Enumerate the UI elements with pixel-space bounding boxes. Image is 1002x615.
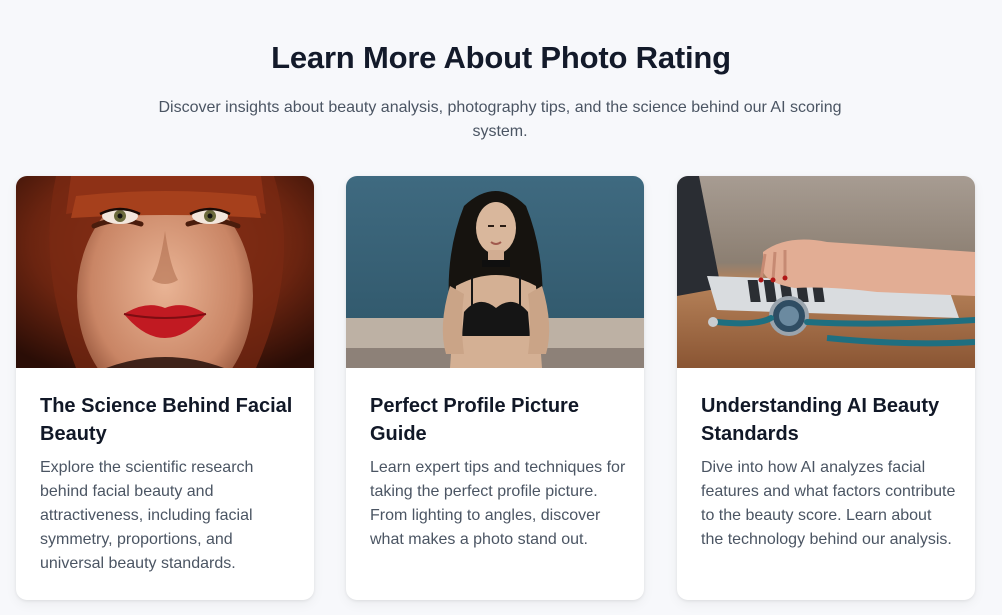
article-card-image (677, 176, 975, 368)
article-card-image (16, 176, 314, 368)
article-card-description: Dive into how AI analyzes facial feature… (701, 459, 956, 548)
section-subtitle: Discover insights about beauty analysis,… (158, 99, 842, 140)
article-card-title: The Science Behind Facial Beauty (40, 395, 293, 445)
article-card-image (346, 176, 644, 368)
section-title: Learn More About Photo Rating (271, 40, 731, 75)
article-cards: The Science Behind Facial Beauty Explore… (16, 176, 986, 600)
article-card-title: Understanding AI Beauty Standards (701, 395, 940, 445)
article-card-title: Perfect Profile Picture Guide (370, 395, 579, 445)
article-card-ai-standards[interactable]: Understanding AI Beauty Standards Dive i… (677, 176, 975, 600)
article-card-description: Explore the scientific research behind f… (40, 459, 254, 572)
article-card-facial-beauty[interactable]: The Science Behind Facial Beauty Explore… (16, 176, 314, 600)
article-card-profile-picture[interactable]: Perfect Profile Picture Guide Learn expe… (346, 176, 644, 600)
learn-more-section: Learn More About Photo Rating Discover i… (0, 0, 1002, 615)
article-card-description: Learn expert tips and techniques for tak… (370, 459, 626, 548)
